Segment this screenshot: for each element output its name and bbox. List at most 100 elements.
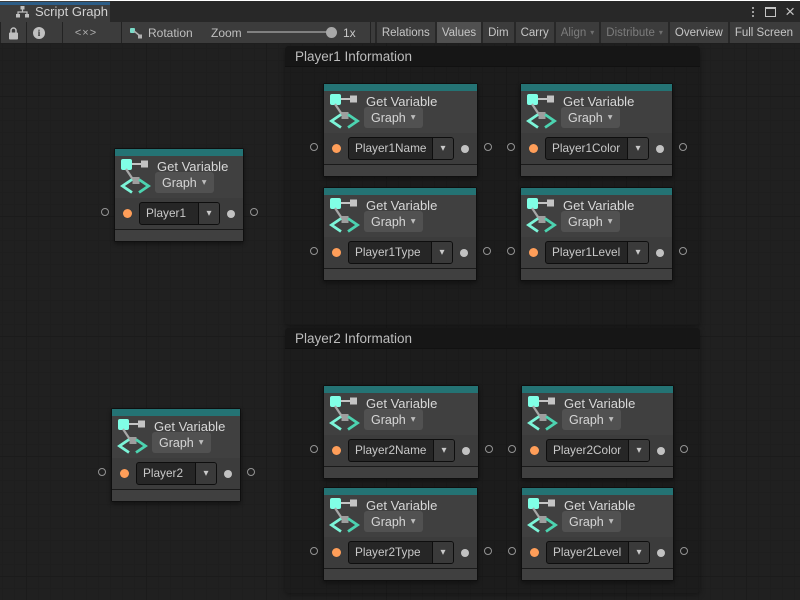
variable-dropdown[interactable]: Player1Type▾ (348, 241, 453, 264)
input-port-dot[interactable] (529, 248, 538, 257)
graph-kind-dropdown[interactable]: Graph▾ (152, 432, 211, 453)
graph-node[interactable]: Get VariableGraph▾Player2Color▾ (521, 385, 674, 479)
left-port-circle[interactable] (101, 208, 109, 216)
info-button[interactable]: i (32, 26, 46, 40)
left-port-circle[interactable] (310, 143, 318, 151)
graph-kind-dropdown[interactable]: Graph▾ (364, 409, 423, 430)
left-port-circle[interactable] (508, 547, 516, 555)
output-port-dot[interactable] (461, 549, 469, 557)
graph-kind-dropdown[interactable]: Graph▾ (155, 172, 214, 193)
close-icon[interactable]: × (785, 7, 795, 17)
graph-kind-dropdown[interactable]: Graph▾ (364, 511, 423, 532)
input-port-dot[interactable] (332, 446, 341, 455)
output-port-dot[interactable] (656, 249, 664, 257)
get-variable-icon (328, 93, 361, 135)
graph-node[interactable]: Get VariableGraph▾Player1Name▾ (323, 83, 478, 177)
toolbar-button-align[interactable]: Align▾ (556, 22, 600, 43)
graph-canvas[interactable]: Player1 Information Player2 Information G… (0, 43, 800, 600)
output-port-dot[interactable] (224, 470, 232, 478)
right-port-circle[interactable] (483, 247, 491, 255)
zoom-slider-track[interactable] (247, 31, 332, 33)
right-port-circle[interactable] (247, 468, 255, 476)
graph-node[interactable]: Get VariableGraph▾Player2▾ (111, 408, 241, 502)
variable-dropdown[interactable]: Player1▾ (139, 202, 220, 225)
toolbar-button-full-screen[interactable]: Full Screen (730, 22, 798, 43)
graph-icon (16, 6, 29, 18)
input-port-dot[interactable] (332, 248, 341, 257)
right-port-circle[interactable] (680, 547, 688, 555)
node-header: Get VariableGraph▾ (521, 91, 672, 133)
output-port-dot[interactable] (227, 210, 235, 218)
code-view-button[interactable]: <×> (71, 22, 101, 43)
toolbar-button-dim[interactable]: Dim (483, 22, 513, 43)
output-port-dot[interactable] (462, 447, 470, 455)
graph-kind-dropdown[interactable]: Graph▾ (562, 409, 621, 430)
maximize-icon[interactable] (765, 7, 776, 17)
window-menu-icon[interactable] (750, 7, 756, 17)
right-port-circle[interactable] (679, 143, 687, 151)
left-port-circle[interactable] (507, 247, 515, 255)
right-port-circle[interactable] (680, 445, 688, 453)
get-variable-icon (328, 197, 361, 239)
left-port-circle[interactable] (507, 143, 515, 151)
chevron-down-icon: ▾ (198, 203, 219, 224)
variable-dropdown[interactable]: Player1Name▾ (348, 137, 454, 160)
input-port-dot[interactable] (123, 209, 132, 218)
variable-dropdown[interactable]: Player2Type▾ (348, 541, 454, 564)
graph-node[interactable]: Get VariableGraph▾Player2Type▾ (323, 487, 478, 581)
left-port-circle[interactable] (310, 247, 318, 255)
graph-kind-dropdown[interactable]: Graph▾ (561, 211, 620, 232)
lock-icon (8, 27, 19, 40)
graph-node[interactable]: Get VariableGraph▾Player1▾ (114, 148, 244, 242)
variable-dropdown[interactable]: Player1Color▾ (545, 137, 649, 160)
left-port-circle[interactable] (98, 468, 106, 476)
graph-node[interactable]: Get VariableGraph▾ Player1Color▾ (520, 83, 673, 177)
toolbar-button-carry[interactable]: Carry (516, 22, 554, 43)
toolbar-button-values[interactable]: Values (437, 22, 481, 43)
left-port-circle[interactable] (310, 445, 318, 453)
graph-kind-dropdown[interactable]: Graph▾ (562, 511, 621, 532)
toolbar-button-relations[interactable]: Relations (377, 22, 435, 43)
output-port-dot[interactable] (460, 249, 468, 257)
right-port-circle[interactable] (250, 208, 258, 216)
left-port-circle[interactable] (508, 445, 516, 453)
right-port-circle[interactable] (485, 445, 493, 453)
input-port-dot[interactable] (530, 446, 539, 455)
left-port-circle[interactable] (310, 547, 318, 555)
right-port-circle[interactable] (484, 547, 492, 555)
group-header[interactable]: Player2 Information (285, 328, 700, 349)
variable-dropdown[interactable]: Player2Name▾ (348, 439, 455, 462)
toolbar-button-label: Align (561, 27, 587, 39)
graph-kind-dropdown[interactable]: Graph▾ (364, 211, 423, 232)
graph-node[interactable]: Get VariableGraph▾Player2Level▾ (521, 487, 674, 581)
input-port-dot[interactable] (332, 144, 341, 153)
input-port-dot[interactable] (120, 469, 129, 478)
graph-node[interactable]: Get VariableGraph▾Player2Name▾ (323, 385, 479, 479)
right-port-circle[interactable] (679, 247, 687, 255)
toolbar: i <×> Rotation Zoom 1x RelationsValuesDi… (0, 22, 800, 43)
output-port-dot[interactable] (657, 447, 665, 455)
script-graph-tab[interactable]: Script Graph (0, 1, 110, 22)
chevron-down-icon: ▾ (433, 440, 454, 461)
lock-button[interactable] (6, 26, 20, 40)
toolbar-button-overview[interactable]: Overview (670, 22, 728, 43)
graph-node[interactable]: Get VariableGraph▾Player1Type▾ (323, 187, 477, 281)
output-port-dot[interactable] (657, 549, 665, 557)
right-port-circle[interactable] (484, 143, 492, 151)
graph-kind-dropdown[interactable]: Graph▾ (561, 107, 620, 128)
variable-dropdown[interactable]: Player1Level▾ (545, 241, 649, 264)
graph-kind-dropdown[interactable]: Graph▾ (364, 107, 423, 128)
toolbar-button-distribute[interactable]: Distribute▾ (601, 22, 668, 43)
zoom-slider-knob[interactable] (326, 27, 337, 38)
variable-dropdown[interactable]: Player2Level▾ (546, 541, 650, 564)
output-port-dot[interactable] (461, 145, 469, 153)
group-header[interactable]: Player1 Information (285, 46, 700, 67)
graph-node[interactable]: Get VariableGraph▾Player1Level▾ (520, 187, 673, 281)
output-port-dot[interactable] (656, 145, 664, 153)
variable-dropdown[interactable]: Player2Color▾ (546, 439, 650, 462)
input-port-dot[interactable] (530, 548, 539, 557)
variable-dropdown[interactable]: Player2▾ (136, 462, 217, 485)
variable-name: Player2Name (349, 440, 433, 461)
input-port-dot[interactable] (529, 144, 538, 153)
input-port-dot[interactable] (332, 548, 341, 557)
